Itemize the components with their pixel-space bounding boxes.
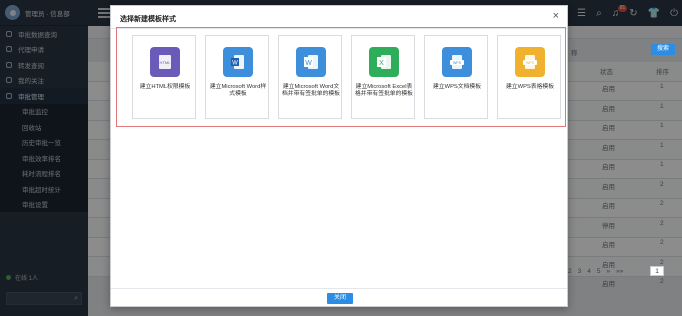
order-cell: 2 (660, 219, 664, 227)
order-cell: 2 (660, 200, 664, 207)
html-icon: HTML (150, 47, 180, 77)
order-cell: 2 (660, 180, 664, 188)
page-last[interactable]: »» (616, 268, 623, 275)
status-cell: 启用 (602, 86, 615, 93)
order-cell: 1 (660, 161, 664, 168)
status-cell: 启用 (602, 281, 615, 288)
template-label: 建立Microsoft Word样式模板 (209, 84, 267, 97)
svg-text:WPS: WPS (526, 61, 535, 65)
page-next[interactable]: » (607, 268, 611, 275)
pagination: 2 3 4 5 » »» (568, 268, 623, 275)
excel-icon: X (369, 47, 399, 77)
col-status-header: 状态 (600, 69, 613, 76)
page-link[interactable]: 5 (597, 268, 601, 275)
page-link[interactable]: 4 (587, 268, 591, 275)
dialog-footer: 关闭 (111, 288, 567, 306)
order-cell: 2 (660, 258, 664, 266)
dialog-title: 选择新建模板样式 (120, 16, 176, 23)
template-card-wps-sheet[interactable]: WPS 建立WPS表格模板 (497, 35, 561, 119)
word-icon: W (223, 47, 253, 77)
order-cell: 2 (660, 239, 664, 246)
order-cell: 2 (660, 278, 664, 285)
template-label: 建立Microsoft Excel表格并带有签批单的模板 (355, 84, 413, 97)
status-cell: 启用 (602, 125, 615, 132)
order-cell: 1 (660, 102, 664, 110)
status-cell: 停用 (602, 222, 615, 230)
app-root: 管理员 · 信息部 审批数据查询 代理申请 转发查阅 我的关注 审批管理 审批监… (0, 0, 682, 316)
order-cell: 1 (660, 122, 664, 129)
order-cell: 1 (660, 141, 664, 149)
col-order-header: 排序 (656, 69, 669, 76)
status-cell: 启用 (602, 144, 615, 152)
order-cell: 1 (660, 83, 664, 90)
status-cell: 启用 (602, 164, 615, 171)
template-label: 建立Microsoft Word文档并带有签批单的模板 (282, 84, 340, 97)
template-label: 建立WPS文档模板 (433, 84, 481, 90)
page-input[interactable]: 1 (650, 266, 664, 276)
search-button[interactable]: 搜索 (651, 44, 675, 55)
page-link[interactable]: 3 (578, 268, 582, 275)
svg-text:X: X (379, 60, 384, 67)
word-icon: W (296, 47, 326, 77)
template-card-wps-doc[interactable]: WPS 建立WPS文档模板 (424, 35, 488, 119)
status-cell: 启用 (602, 203, 615, 210)
template-label: 建立HTML权限模板 (139, 84, 191, 90)
template-card-html[interactable]: HTML 建立HTML权限模板 (132, 35, 196, 119)
status-cell: 启用 (602, 261, 615, 269)
page-link[interactable]: 2 (568, 268, 572, 275)
template-card-word-signoff[interactable]: W 建立Microsoft Word文档并带有签批单的模板 (278, 35, 342, 119)
close-icon[interactable]: × (553, 11, 559, 22)
svg-text:W: W (305, 60, 312, 67)
template-options: HTML 建立HTML权限模板 W 建立Microsoft Word样式模板 W… (116, 27, 566, 127)
status-cell: 启用 (602, 183, 615, 191)
template-card-word[interactable]: W 建立Microsoft Word样式模板 (205, 35, 269, 119)
new-template-dialog: 选择新建模板样式 × HTML 建立HTML权限模板 W 建立Microsoft… (110, 5, 568, 307)
svg-text:W: W (232, 61, 238, 67)
status-cell: 启用 (602, 242, 615, 249)
template-label: 建立WPS表格模板 (506, 84, 554, 90)
svg-text:HTML: HTML (160, 60, 172, 65)
template-card-excel-signoff[interactable]: X 建立Microsoft Excel表格并带有签批单的模板 (351, 35, 415, 119)
wps-doc-icon: WPS (442, 47, 472, 77)
wps-sheet-icon: WPS (515, 47, 545, 77)
status-cell: 启用 (602, 105, 615, 113)
svg-text:WPS: WPS (453, 61, 462, 65)
close-button[interactable]: 关闭 (327, 293, 353, 304)
name-filter-label: 称 (571, 50, 578, 57)
